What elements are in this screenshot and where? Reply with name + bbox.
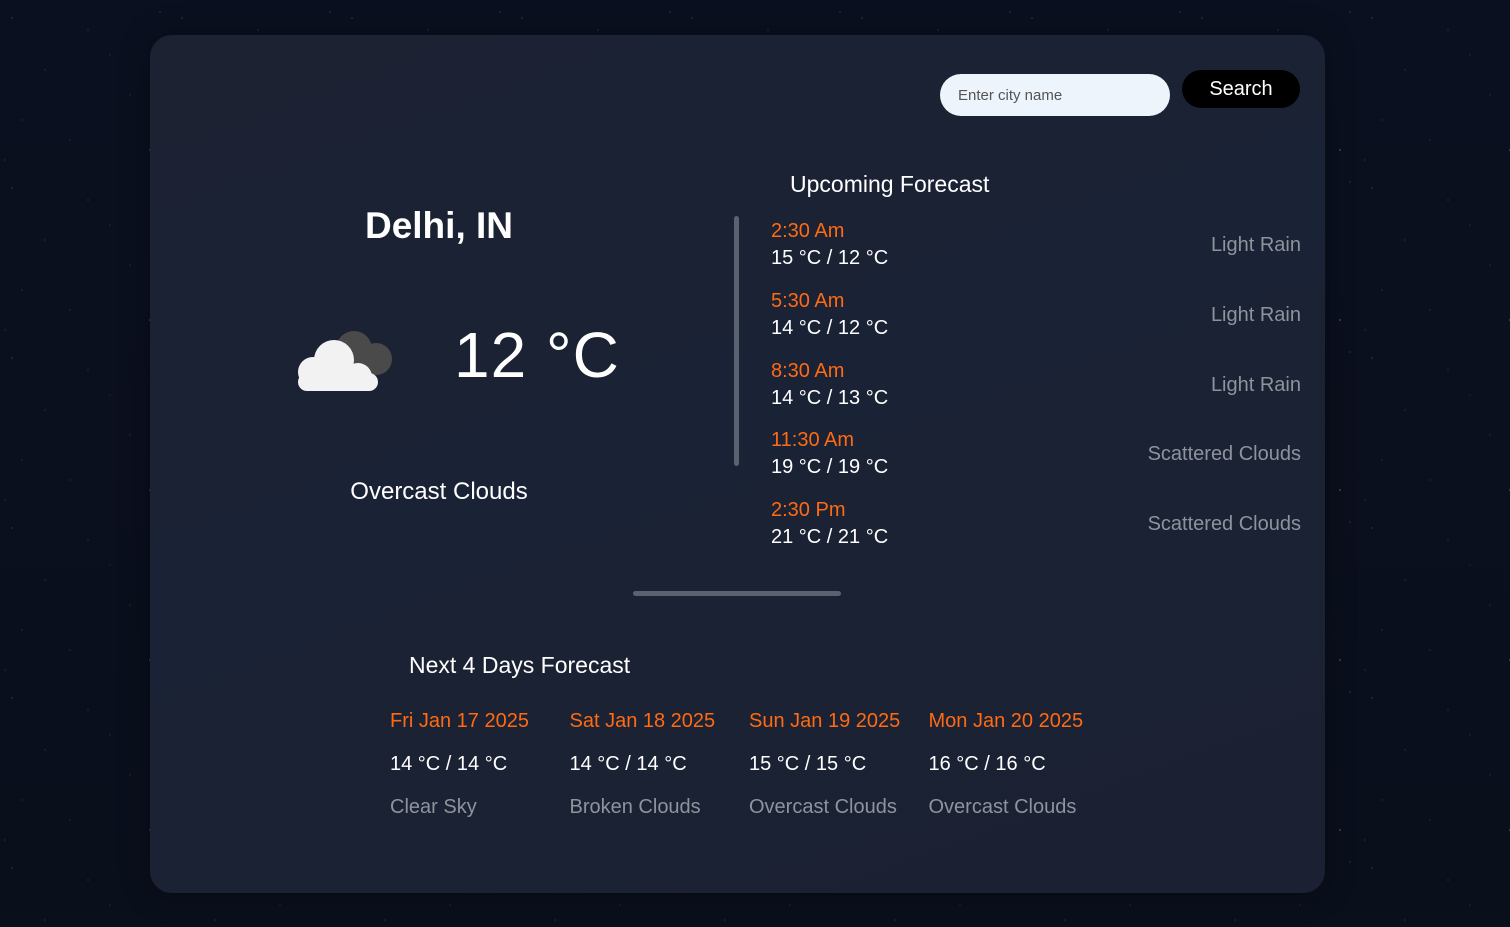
day-description: Overcast Clouds — [928, 796, 1077, 818]
day-temperature-range: 14 °C / 14 °C — [569, 753, 687, 775]
hour-time: 2:30 Am — [771, 220, 845, 242]
day-date: Sun Jan 19 2025 — [749, 710, 901, 732]
hourly-forecast-item: 8:30 Am 14 °C / 13 °C Light Rain — [771, 360, 1301, 430]
day-date: Fri Jan 17 2025 — [390, 710, 529, 732]
hour-temperature-range: 14 °C / 12 °C — [771, 316, 889, 339]
hour-temperature-range: 14 °C / 13 °C — [771, 386, 889, 409]
hourly-forecast-item: 5:30 Am 14 °C / 12 °C Light Rain — [771, 290, 1301, 360]
days-forecast-title: Next 4 Days Forecast — [409, 652, 631, 678]
hourly-forecast-list: 2:30 Am 15 °C / 12 °C Light Rain 5:30 Am… — [771, 220, 1301, 569]
city-search-input[interactable] — [940, 74, 1170, 116]
daily-forecast-item: Sun Jan 19 2025 15 °C / 15 °C Overcast C… — [749, 710, 929, 819]
hour-temperature-range: 21 °C / 21 °C — [771, 526, 889, 549]
hourly-forecast-item: 2:30 Am 15 °C / 12 °C Light Rain — [771, 220, 1301, 290]
day-temperature-range: 14 °C / 14 °C — [390, 753, 508, 775]
daily-forecast-item: Mon Jan 20 2025 16 °C / 16 °C Overcast C… — [929, 710, 1109, 819]
hour-temperature-range: 19 °C / 19 °C — [771, 456, 889, 479]
upcoming-forecast-title: Upcoming Forecast — [790, 171, 990, 197]
day-date: Mon Jan 20 2025 — [928, 710, 1084, 732]
daily-forecast-item: Fri Jan 17 2025 14 °C / 14 °C Clear Sky — [390, 710, 570, 819]
weather-card: Search Delhi, IN 12 °C Overcast Clouds U… — [150, 35, 1325, 893]
vertical-divider — [734, 216, 739, 466]
hour-time: 2:30 Pm — [771, 499, 846, 522]
hour-description: Scattered Clouds — [1147, 513, 1301, 536]
day-description: Broken Clouds — [569, 796, 701, 818]
day-date: Sat Jan 18 2025 — [569, 710, 716, 732]
current-condition: Overcast Clouds — [350, 478, 528, 505]
hour-temperature-range: 15 °C / 12 °C — [771, 247, 889, 269]
daily-forecast-item: Sat Jan 18 2025 14 °C / 14 °C Broken Clo… — [570, 710, 750, 819]
daily-forecast-row: Fri Jan 17 2025 14 °C / 14 °C Clear Sky … — [390, 710, 1108, 819]
cloud-icon — [298, 331, 392, 391]
search-button[interactable]: Search — [1182, 70, 1300, 108]
day-description: Clear Sky — [390, 796, 477, 818]
hour-time: 11:30 Am — [771, 429, 855, 452]
hour-description: Light Rain — [1210, 234, 1301, 256]
hour-description: Light Rain — [1210, 303, 1301, 326]
day-temperature-range: 16 °C / 16 °C — [928, 753, 1046, 775]
day-temperature-range: 15 °C / 15 °C — [749, 753, 867, 775]
horizontal-divider — [633, 591, 841, 596]
hour-description: Light Rain — [1210, 373, 1301, 396]
hourly-forecast-item: 2:30 Pm 21 °C / 21 °C Scattered Clouds — [771, 499, 1301, 569]
day-description: Overcast Clouds — [749, 796, 897, 818]
hourly-forecast-item: 11:30 Am 19 °C / 19 °C Scattered Clouds — [771, 429, 1301, 499]
current-temperature: 12 °C — [454, 319, 620, 391]
hour-time: 8:30 Am — [771, 359, 845, 382]
hour-description: Scattered Clouds — [1147, 443, 1301, 466]
city-name: Delhi, IN — [364, 205, 514, 246]
hour-time: 5:30 Am — [771, 289, 845, 312]
